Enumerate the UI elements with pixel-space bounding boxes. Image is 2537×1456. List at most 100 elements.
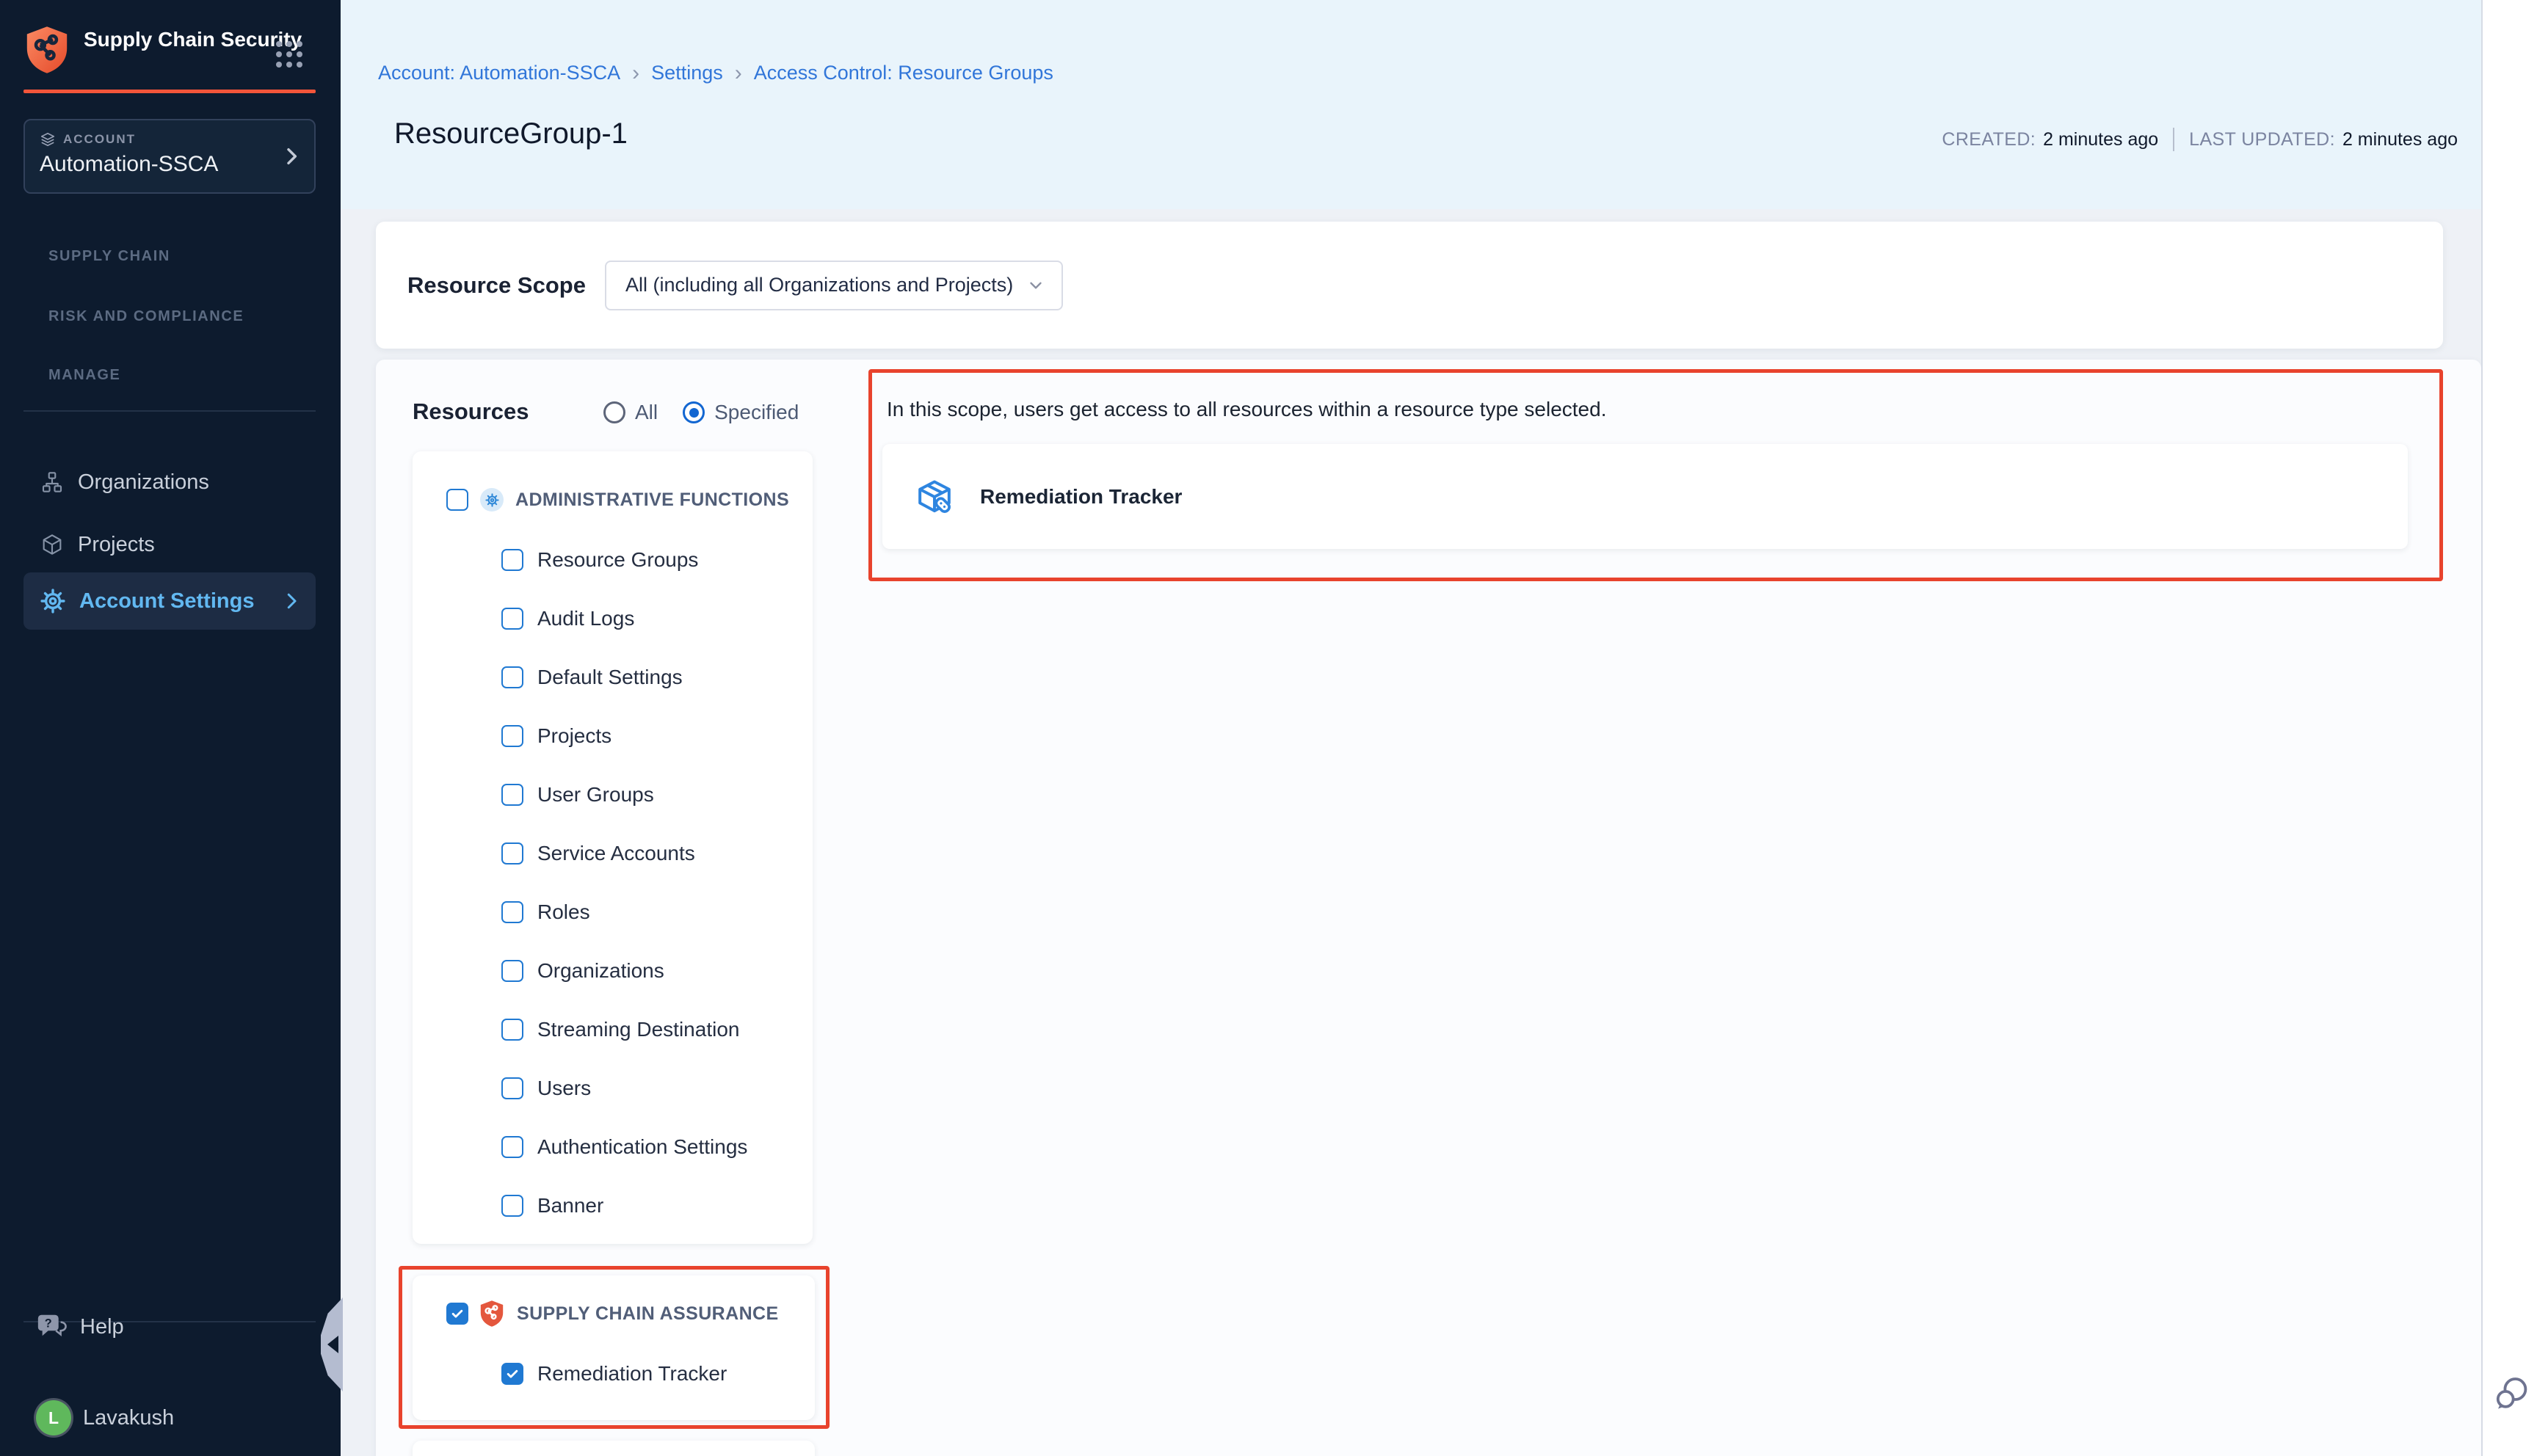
resource-type-label: Users: [537, 1077, 591, 1100]
svg-text:?: ?: [45, 1317, 52, 1330]
app-logo[interactable]: Supply Chain Security: [23, 25, 302, 75]
sidebar-item-label: Account Settings: [79, 589, 254, 614]
supply-chain-assurance-checkbox[interactable]: [446, 1303, 468, 1325]
resource-type-row[interactable]: Projects: [501, 718, 813, 754]
sidebar-item-account-settings[interactable]: Account Settings: [23, 572, 316, 630]
avatar: L: [36, 1400, 71, 1435]
page-content: Resource Scope All (including all Organi…: [341, 209, 2537, 1456]
app-grid-icon[interactable]: [276, 41, 302, 68]
resource-type-row[interactable]: Resource Groups: [501, 542, 813, 578]
resource-type-row[interactable]: Service Accounts: [501, 836, 813, 871]
main-area: Account: Automation-SSCA › Settings › Ac…: [341, 0, 2537, 1456]
sidebar-item-label: Organizations: [78, 470, 209, 495]
account-selector[interactable]: ACCOUNT Automation-SSCA: [23, 119, 316, 194]
remediation-tracker-box-icon: [914, 476, 955, 517]
administrative-functions-checkbox[interactable]: [446, 489, 468, 511]
supply-chain-security-shield-icon: [23, 25, 70, 75]
resources-radio-group: All Specified: [603, 401, 799, 424]
resource-scope-card: Resource Scope All (including all Organi…: [376, 222, 2443, 349]
user-name: Lavakush: [83, 1406, 174, 1430]
checkmark-icon: [450, 1306, 465, 1321]
resource-type-checkbox[interactable]: [501, 842, 523, 864]
app-title: Supply Chain Security: [84, 25, 302, 75]
radio-all[interactable]: All: [603, 401, 658, 424]
sidebar: Supply Chain Security ACCOUNT Automation…: [0, 0, 341, 1456]
resource-scope-dropdown[interactable]: All (including all Organizations and Pro…: [605, 261, 1063, 310]
sidebar-item-organizations[interactable]: Organizations: [23, 456, 316, 508]
sidebar-divider: [23, 410, 316, 412]
resource-type-checkbox[interactable]: [501, 608, 523, 630]
resource-type-row[interactable]: User Groups: [501, 777, 813, 812]
collapse-left-arrow-icon: [327, 1336, 338, 1353]
radio-all-label: All: [635, 401, 658, 424]
right-gutter: [2481, 0, 2537, 1456]
resource-type-label: Organizations: [537, 959, 664, 983]
breadcrumb-access-control[interactable]: Access Control: Resource Groups: [754, 62, 1053, 84]
sidebar-item-projects[interactable]: Projects: [23, 519, 316, 570]
remediation-tracker-checkbox[interactable]: [501, 1363, 523, 1385]
breadcrumb-account[interactable]: Account: Automation-SSCA: [378, 62, 620, 84]
administrative-functions-card: ADMINISTRATIVE FUNCTIONS Resource Groups…: [413, 451, 813, 1244]
resources-panel: Resources All Specified: [376, 360, 2481, 1456]
radio-specified[interactable]: Specified: [683, 401, 799, 424]
chevron-right-icon: [282, 145, 301, 168]
supply-chain-assurance-label: SUPPLY CHAIN ASSURANCE: [517, 1303, 779, 1325]
supply-chain-assurance-card: SUPPLY CHAIN ASSURANCE Remediation Track…: [413, 1275, 815, 1420]
resource-scope-value: All (including all Organizations and Pro…: [625, 274, 1026, 296]
sidebar-section-manage[interactable]: MANAGE: [48, 367, 121, 384]
resource-type-label: Resource Groups: [537, 548, 698, 572]
resource-type-row[interactable]: Authentication Settings: [501, 1129, 813, 1165]
chevron-right-icon: [283, 590, 300, 612]
radio-all-circle[interactable]: [603, 401, 625, 423]
sidebar-section-supply-chain[interactable]: SUPPLY CHAIN: [48, 248, 170, 265]
resource-type-checkbox[interactable]: [501, 901, 523, 923]
resource-scope-label: Resource Scope: [407, 272, 605, 299]
radio-specified-circle[interactable]: [683, 401, 705, 423]
resource-type-checkbox[interactable]: [501, 1019, 523, 1041]
breadcrumb-settings[interactable]: Settings: [651, 62, 723, 84]
resource-type-checkbox[interactable]: [501, 549, 523, 571]
admin-items-list: Resource Groups Audit Logs Default Setti…: [501, 542, 813, 1223]
resource-type-row[interactable]: Audit Logs: [501, 601, 813, 636]
resource-type-row[interactable]: Streaming Destination: [501, 1012, 813, 1047]
resource-type-checkbox[interactable]: [501, 666, 523, 688]
administrative-functions-header: ADMINISTRATIVE FUNCTIONS: [446, 482, 813, 517]
layers-icon: [40, 131, 56, 148]
remediation-tracker-row[interactable]: Remediation Tracker: [501, 1356, 815, 1391]
sidebar-section-risk-and-compliance[interactable]: RISK AND COMPLIANCE: [48, 308, 244, 325]
resource-type-label: Streaming Destination: [537, 1018, 739, 1041]
administrative-functions-label: ADMINISTRATIVE FUNCTIONS: [515, 489, 789, 511]
checkmark-icon: [505, 1366, 520, 1381]
resource-type-checkbox[interactable]: [501, 1195, 523, 1217]
user-menu[interactable]: L Lavakush: [36, 1400, 174, 1435]
breadcrumb-separator: ›: [632, 63, 639, 83]
created-label: CREATED:: [1942, 129, 2036, 150]
resource-type-row[interactable]: Users: [501, 1071, 813, 1106]
brand-underline: [23, 90, 316, 93]
resource-type-label: Default Settings: [537, 666, 683, 689]
radio-specified-label: Specified: [714, 401, 799, 424]
chat-support-icon[interactable]: [2494, 1374, 2530, 1421]
cube-icon: [40, 533, 64, 556]
resource-type-row[interactable]: Roles: [501, 895, 813, 930]
account-name: Automation-SSCA: [40, 152, 300, 177]
resource-type-checkbox[interactable]: [501, 784, 523, 806]
resource-type-row[interactable]: Organizations: [501, 953, 813, 989]
resource-type-checkbox[interactable]: [501, 960, 523, 982]
sidebar-item-label: Projects: [78, 533, 155, 557]
resource-type-label: Banner: [537, 1194, 603, 1217]
resource-type-checkbox[interactable]: [501, 1136, 523, 1158]
chevron-down-icon: [1026, 276, 1045, 295]
help-chat-icon: ?: [37, 1314, 68, 1340]
resource-type-checkbox[interactable]: [501, 725, 523, 747]
scope-description: In this scope, users get access to all r…: [887, 398, 1606, 421]
gear-icon: [485, 493, 499, 507]
resource-type-label: Service Accounts: [537, 842, 695, 865]
resource-type-row[interactable]: Default Settings: [501, 660, 813, 695]
resource-type-checkbox[interactable]: [501, 1077, 523, 1099]
help-button[interactable]: ? Help: [37, 1314, 124, 1340]
supply-chain-assurance-header: SUPPLY CHAIN ASSURANCE: [446, 1296, 815, 1331]
resource-type-label: Roles: [537, 900, 590, 924]
breadcrumb: Account: Automation-SSCA › Settings › Ac…: [378, 62, 1053, 84]
resource-type-row[interactable]: Banner: [501, 1188, 813, 1223]
